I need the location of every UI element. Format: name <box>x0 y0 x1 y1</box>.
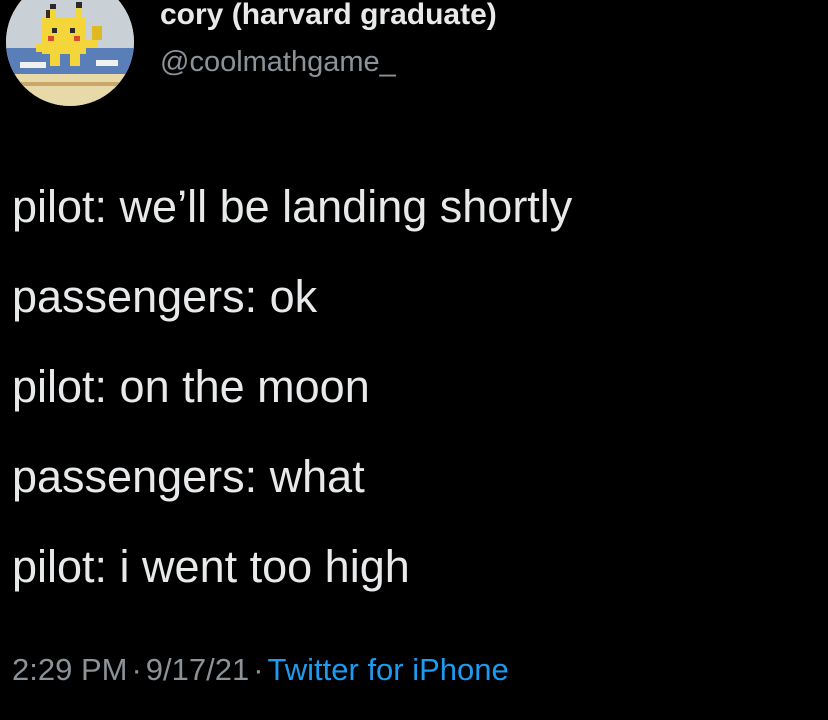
user-handle[interactable]: @coolmathgame_ <box>160 46 396 79</box>
tweet-date[interactable]: 9/17/21 <box>146 652 249 687</box>
tweet-time[interactable]: 2:29 PM <box>12 652 127 687</box>
tweet-line: pilot: i went too high <box>12 541 410 592</box>
tweet-metadata: 2:29 PM · 9/17/21 · Twitter for iPhone <box>12 652 509 688</box>
tweet-line: pilot: we’ll be landing shortly <box>12 181 573 232</box>
pixel-pikachu-avatar-icon <box>6 0 134 106</box>
tweet-text: pilot: we’ll be landing shortly passenge… <box>12 162 812 612</box>
tweet-source-link[interactable]: Twitter for iPhone <box>268 652 509 687</box>
meta-separator: · <box>253 652 264 687</box>
tweet-line: passengers: what <box>12 451 365 502</box>
avatar[interactable] <box>6 0 134 106</box>
display-name[interactable]: cory (harvard graduate) <box>160 0 497 32</box>
tweet-line: pilot: on the moon <box>12 361 370 412</box>
meta-separator: · <box>131 652 142 687</box>
tweet-line: passengers: ok <box>12 271 318 322</box>
tweet-card: cory (harvard graduate) @coolmathgame_ p… <box>0 0 828 720</box>
